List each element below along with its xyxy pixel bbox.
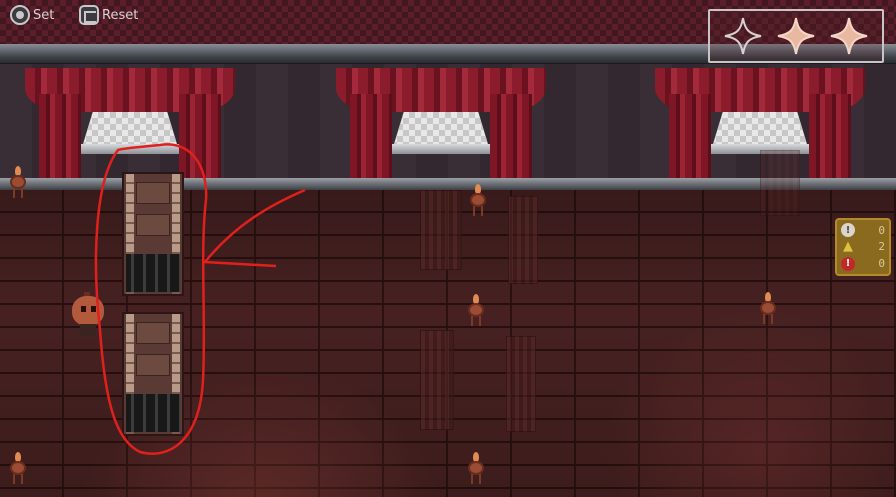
reset-icon (79, 5, 99, 25)
warning-count: 2 (878, 240, 885, 254)
spike-block-lower[interactable] (122, 312, 184, 436)
window-sill (75, 144, 185, 154)
window-center (336, 64, 546, 194)
candle-sprite (466, 184, 490, 218)
info-counter: ! 0 (841, 222, 885, 238)
set-label: Set (33, 7, 55, 23)
set-button[interactable]: Set (10, 4, 54, 26)
star-filled-icon (831, 17, 868, 55)
star-filled-icon (777, 17, 815, 55)
ghost-block (760, 150, 800, 216)
candle-sprite (6, 452, 30, 486)
reset-button[interactable]: Reset (79, 4, 138, 26)
window-sill (386, 144, 496, 154)
error-counter: ! 0 (841, 256, 885, 272)
ghost-block (420, 190, 462, 270)
candle-sprite (464, 294, 488, 328)
candle-sprite (464, 452, 488, 486)
game-scene: Set Reset ! 0 ▲ 2 ! 0 (0, 0, 896, 497)
ghost-block (508, 196, 538, 284)
ghost-block (420, 330, 454, 430)
set-icon (10, 5, 30, 25)
warning-icon: ▲ (843, 239, 853, 255)
star-rating (708, 9, 884, 63)
error-count: 0 (878, 257, 885, 271)
status-counter-panel: ! 0 ▲ 2 ! 0 (835, 218, 891, 276)
pumpkin-player-sprite (70, 292, 106, 338)
info-count: 0 (878, 223, 885, 237)
warning-counter: ▲ 2 (841, 239, 885, 255)
reset-label: Reset (102, 7, 139, 23)
star-empty-icon (724, 17, 761, 55)
ghost-block (506, 336, 536, 432)
candle-sprite (756, 292, 780, 326)
candle-sprite (6, 166, 30, 200)
info-icon: ! (841, 223, 855, 238)
error-icon: ! (841, 256, 855, 271)
spike-block-upper[interactable] (122, 172, 184, 296)
